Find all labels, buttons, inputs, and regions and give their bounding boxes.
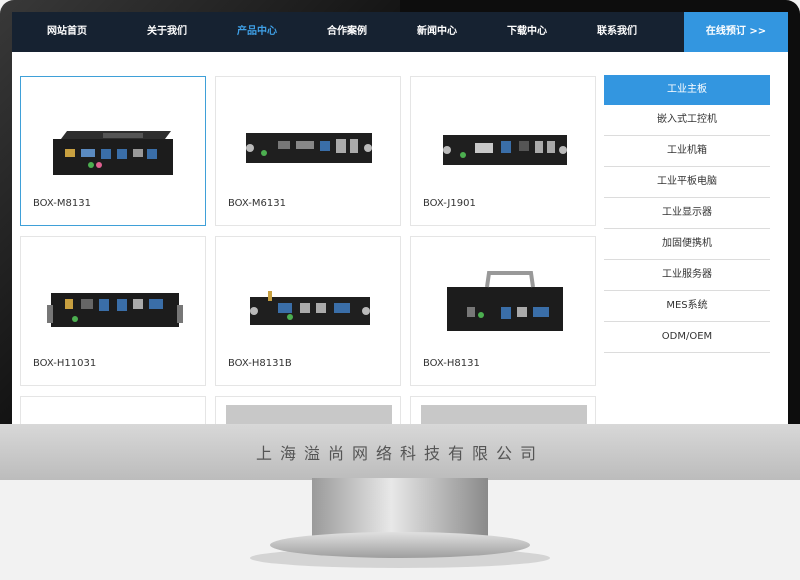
monitor-chin: 上海溢尚网络科技有限公司 xyxy=(0,424,800,480)
browser-screen: 网站首页 关于我们 产品中心 合作案例 新闻中心 下载中心 联系我们 在线预订 … xyxy=(12,12,788,424)
nav-home[interactable]: 网站首页 xyxy=(12,12,122,52)
product-name[interactable]: BOX-H11031 xyxy=(33,358,96,369)
online-booking-button[interactable]: 在线预订 >> xyxy=(684,12,788,52)
sidebar-item-embedded-pc[interactable]: 嵌入式工控机 xyxy=(604,105,770,136)
nav-cases[interactable]: 合作案例 xyxy=(302,12,392,52)
product-image xyxy=(47,293,183,327)
product-card[interactable] xyxy=(215,396,401,424)
monitor-base xyxy=(270,532,530,558)
product-card[interactable]: BOX-H11031 xyxy=(20,236,206,386)
sidebar-item-industrial-chassis[interactable]: 工业机箱 xyxy=(604,136,770,167)
product-name[interactable]: BOX-H8131 xyxy=(423,358,480,369)
product-name[interactable]: BOX-M8131 xyxy=(33,198,91,209)
monitor-stand xyxy=(312,478,488,536)
nav-contact[interactable]: 联系我们 xyxy=(572,12,662,52)
product-image xyxy=(421,405,587,424)
product-name[interactable]: BOX-M6131 xyxy=(228,198,286,209)
sidebar-item-industrial-server[interactable]: 工业服务器 xyxy=(604,260,770,291)
product-image xyxy=(250,291,370,325)
product-card[interactable] xyxy=(20,396,206,424)
nav-about[interactable]: 关于我们 xyxy=(122,12,212,52)
product-image xyxy=(246,133,372,163)
nav-news[interactable]: 新闻中心 xyxy=(392,12,482,52)
sidebar-item-industrial-display[interactable]: 工业显示器 xyxy=(604,198,770,229)
product-name[interactable]: BOX-J1901 xyxy=(423,198,476,209)
sidebar-header[interactable]: 工业主板 xyxy=(604,75,770,105)
sidebar-item-odm-oem[interactable]: ODM/OEM xyxy=(604,322,770,353)
product-card[interactable]: BOX-H8131B xyxy=(215,236,401,386)
category-sidebar: 工业主板 嵌入式工控机 工业机箱 工业平板电脑 工业显示器 加固便携机 工业服务… xyxy=(604,75,770,353)
product-name[interactable]: BOX-H8131B xyxy=(228,358,292,369)
product-card[interactable]: BOX-M6131 xyxy=(215,76,401,226)
sidebar-item-panel-pc[interactable]: 工业平板电脑 xyxy=(604,167,770,198)
product-card[interactable] xyxy=(410,396,596,424)
product-image xyxy=(226,405,392,424)
nav-downloads[interactable]: 下载中心 xyxy=(482,12,572,52)
product-image xyxy=(53,131,173,175)
product-card[interactable]: BOX-M8131 xyxy=(20,76,206,226)
sidebar-item-mes-system[interactable]: MES系统 xyxy=(604,291,770,322)
product-image xyxy=(443,135,567,165)
product-card[interactable]: BOX-J1901 xyxy=(410,76,596,226)
company-name: 上海溢尚网络科技有限公司 xyxy=(255,444,544,463)
product-card[interactable]: BOX-H8131 xyxy=(410,236,596,386)
product-image xyxy=(447,271,563,331)
nav-products[interactable]: 产品中心 xyxy=(212,12,302,52)
top-nav: 网站首页 关于我们 产品中心 合作案例 新闻中心 下载中心 联系我们 在线预订 … xyxy=(12,12,788,52)
sidebar-item-rugged-portable[interactable]: 加固便携机 xyxy=(604,229,770,260)
